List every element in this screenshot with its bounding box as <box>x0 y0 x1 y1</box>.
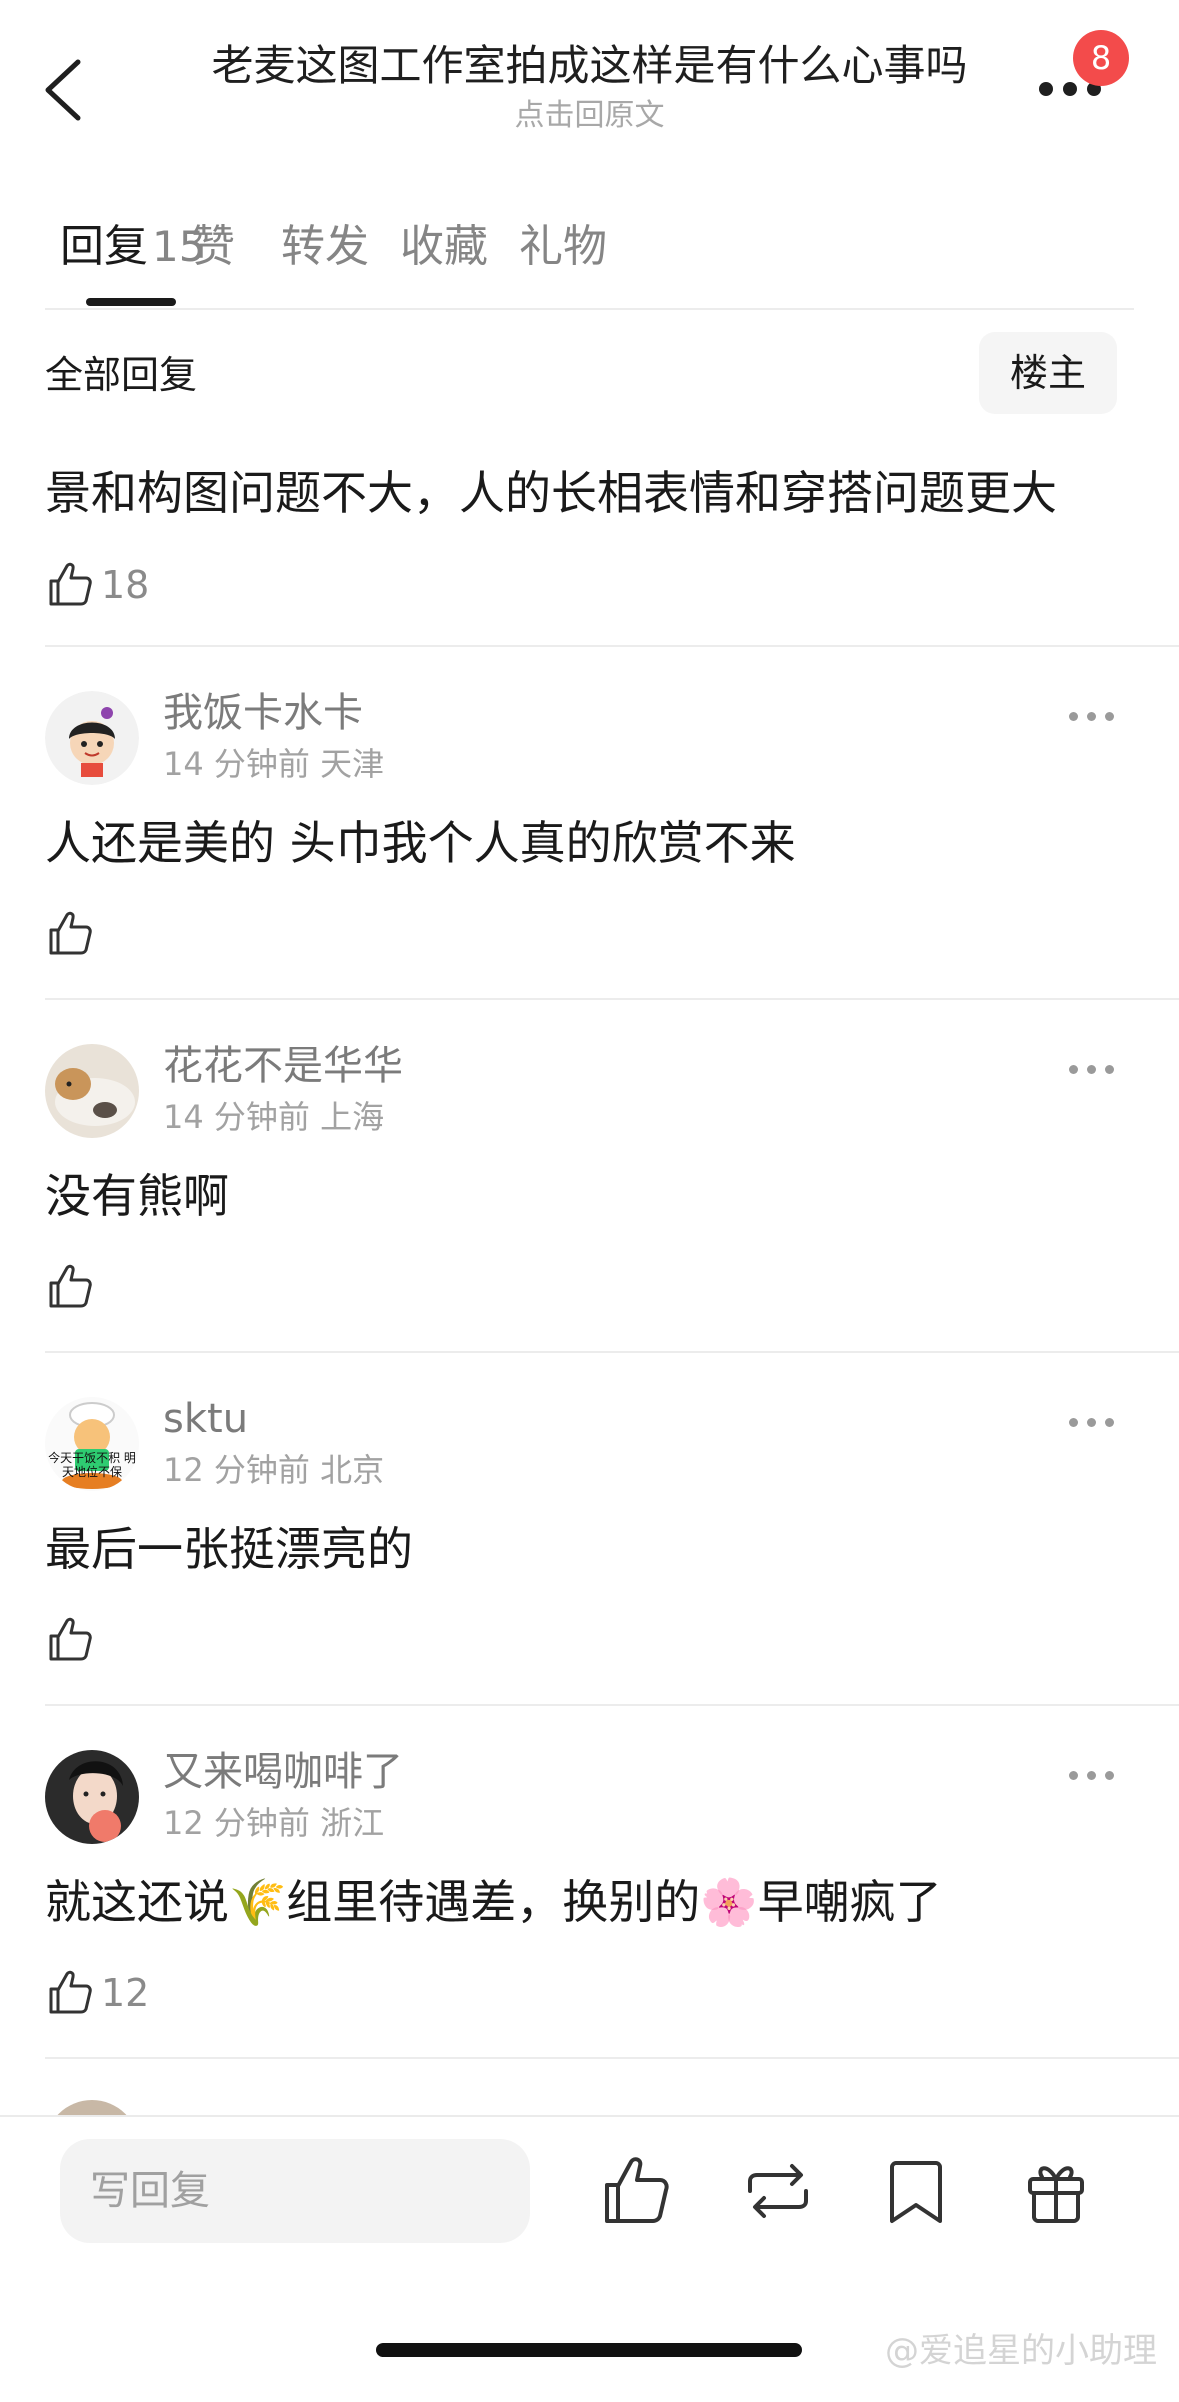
tab-gifts[interactable]: 礼物 <box>519 217 607 277</box>
divider <box>45 2057 1179 2059</box>
more-dots-icon <box>1069 1771 1078 1780</box>
repost-button[interactable] <box>740 2153 816 2229</box>
comment-location: 浙江 <box>320 1804 385 1842</box>
back-button[interactable] <box>38 48 98 128</box>
comment-meta: 14 分钟前 天津 <box>163 742 384 786</box>
comment-like-button[interactable] <box>45 1258 245 1318</box>
comment-time: 14 分钟前 <box>163 745 310 783</box>
next-comment-peek <box>0 2095 1179 2115</box>
comment-text: 就这还说🌾组里待遇差，换别的🌸早嘲疯了 <box>45 1875 942 1929</box>
comment-text: 没有熊啊 <box>45 1169 229 1223</box>
op-only-filter-button[interactable]: 楼主 <box>979 332 1117 414</box>
like-icon <box>605 2157 669 2223</box>
username[interactable]: sktu <box>163 1393 248 1445</box>
page-title: 老麦这图工作室拍成这样是有什么心事吗 <box>211 41 968 90</box>
comment-location: 北京 <box>320 1451 385 1489</box>
avatar[interactable]: 今天干饭不积 明天地位不保 <box>45 1397 139 1491</box>
gift-icon <box>1028 2166 1084 2223</box>
avatar[interactable] <box>45 1750 139 1844</box>
more-dots-icon <box>1069 712 1078 721</box>
comment-item: 又来喝咖啡了 12 分钟前 浙江 就这还说🌾组里待遇差，换别的🌸早嘲疯了 12 <box>0 1706 1179 2056</box>
divider <box>45 308 1134 310</box>
comment-text: 最后一张挺漂亮的 <box>45 1522 413 1576</box>
comment-time: 12 分钟前 <box>163 1804 310 1842</box>
main-like-button[interactable]: 18 <box>45 556 245 616</box>
main-comment-text: 景和构图问题不大，人的长相表情和穿搭问题更大 <box>45 466 1057 520</box>
comment-text: 人还是美的 头巾我个人真的欣赏不来 <box>45 816 796 870</box>
comment-meta: 12 分钟前 北京 <box>163 1448 384 1492</box>
title-area[interactable]: 老麦这图工作室拍成这样是有什么心事吗 点击回原文 <box>150 38 1029 136</box>
comment-like-button[interactable] <box>45 905 245 965</box>
comment-like-button[interactable] <box>45 1611 245 1671</box>
avatar[interactable] <box>45 691 139 785</box>
comment-location: 上海 <box>320 1098 385 1136</box>
chevron-left-icon <box>45 59 81 121</box>
comment-more-button[interactable] <box>1069 702 1119 732</box>
reply-input[interactable]: 写回复 <box>60 2139 530 2243</box>
home-indicator[interactable] <box>376 2343 802 2357</box>
more-dots-icon <box>1039 82 1053 96</box>
notification-badge: 8 <box>1073 30 1129 86</box>
gift-button[interactable] <box>1018 2153 1094 2229</box>
comment-like-button[interactable]: 12 <box>45 1964 245 2024</box>
like-button[interactable] <box>598 2153 674 2229</box>
comment-item: 今天干饭不积 明天地位不保 sktu 12 分钟前 北京 最后一张挺漂亮的 <box>0 1353 1179 1703</box>
tab-bar: 回复15 赞 转发 收藏 礼物 <box>60 205 1179 306</box>
rice-emoji: 🌾 <box>229 1875 287 1929</box>
section-title: 全部回复 <box>45 353 198 397</box>
blossom-emoji: 🌸 <box>700 1875 758 1929</box>
tab-replies-label: 回复 <box>60 221 148 272</box>
thumbs-up-icon <box>49 1617 92 1661</box>
tab-replies[interactable]: 回复15 <box>60 217 205 277</box>
repost-icon <box>748 2164 808 2218</box>
avatar-caption: 今天干饭不积 明天地位不保 <box>48 1451 136 1479</box>
tab-likes[interactable]: 赞 <box>191 217 235 277</box>
more-dots-icon <box>1069 1418 1078 1427</box>
more-dots-icon <box>1069 1065 1078 1074</box>
bookmark-button[interactable] <box>878 2153 954 2229</box>
username[interactable]: 又来喝咖啡了 <box>163 1746 403 1798</box>
like-count: 18 <box>101 563 150 607</box>
username[interactable]: 我饭卡水卡 <box>163 687 363 739</box>
comment-meta: 12 分钟前 浙江 <box>163 1801 384 1845</box>
thumbs-up-icon <box>49 562 92 606</box>
username[interactable]: 花花不是华华 <box>163 1040 403 1092</box>
tab-favorites[interactable]: 收藏 <box>400 217 488 277</box>
watermark: @爱追星的小助理 <box>885 2331 1157 2371</box>
avatar[interactable] <box>45 1044 139 1138</box>
comment-time: 14 分钟前 <box>163 1098 310 1136</box>
header: 老麦这图工作室拍成这样是有什么心事吗 点击回原文 8 <box>0 0 1179 150</box>
back-to-original-link[interactable]: 点击回原文 <box>150 96 1029 136</box>
comment-more-button[interactable] <box>1069 1055 1119 1085</box>
thumbs-up-icon <box>49 1970 92 2014</box>
thumbs-up-icon <box>49 1264 92 1308</box>
comment-more-button[interactable] <box>1069 1408 1119 1438</box>
tab-reposts[interactable]: 转发 <box>281 217 369 277</box>
comment-time: 12 分钟前 <box>163 1451 310 1489</box>
comment-location: 天津 <box>320 745 385 783</box>
bottom-action-bar: 写回复 @爱追星的小助理 <box>0 2115 1179 2402</box>
page: 老麦这图工作室拍成这样是有什么心事吗 点击回原文 8 回复15 赞 转发 收藏 … <box>0 0 1179 2402</box>
comment-meta: 14 分钟前 上海 <box>163 1095 384 1139</box>
comment-item: 花花不是华华 14 分钟前 上海 没有熊啊 <box>0 1000 1179 1350</box>
active-tab-indicator <box>86 298 176 306</box>
comment-more-button[interactable] <box>1069 1761 1119 1791</box>
like-count: 12 <box>101 1971 150 2015</box>
bookmark-icon <box>890 2161 942 2223</box>
avatar <box>45 2100 139 2115</box>
comment-item: 我饭卡水卡 14 分钟前 天津 人还是美的 头巾我个人真的欣赏不来 <box>0 647 1179 997</box>
thumbs-up-icon <box>49 911 92 955</box>
